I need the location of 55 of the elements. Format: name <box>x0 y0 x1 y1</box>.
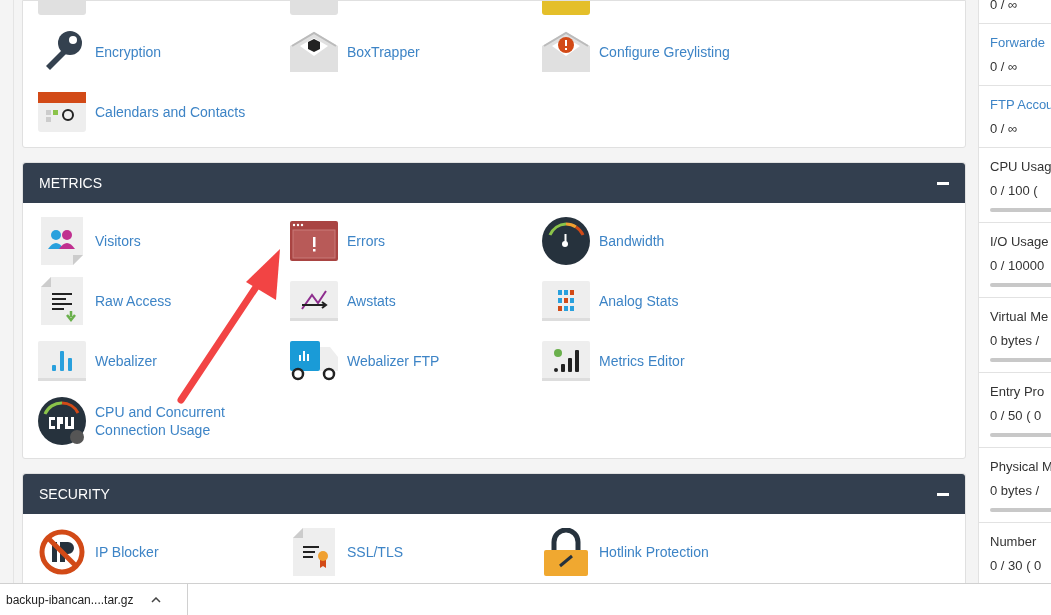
stat-label: I/O Usage <box>990 233 1050 251</box>
tool-link[interactable]: Encryption <box>95 43 162 61</box>
tool-link[interactable]: Errors <box>347 232 386 250</box>
tool-link[interactable]: BoxTrapper <box>347 43 420 61</box>
stat-value: 0 / ∞ <box>990 0 1019 14</box>
caret-icon[interactable] <box>151 596 162 603</box>
number-grid-icon <box>542 281 590 321</box>
document-download-icon <box>41 277 83 325</box>
gauge-icon <box>542 217 590 265</box>
certificate-icon <box>293 528 335 576</box>
stat-value: 0 / 10000 <box>990 257 1046 275</box>
tool-link[interactable]: Calendars and Contacts <box>95 103 246 121</box>
tool-link[interactable]: Webalizer <box>95 352 157 370</box>
tool-link[interactable]: Webalizer FTP <box>347 352 440 370</box>
tool-link[interactable]: Metrics Editor <box>599 352 685 370</box>
tool-link[interactable]: Analog Stats <box>599 292 679 310</box>
padlock-icon <box>544 528 588 576</box>
stat-value: 0 / ∞ <box>990 58 1019 76</box>
tool-link[interactable]: SSL/TLS <box>347 543 404 561</box>
download-file-name[interactable]: backup-ibancan....tar.gz <box>6 590 134 609</box>
section-title: METRICS <box>39 173 102 193</box>
tool-link[interactable]: Visitors <box>95 232 141 250</box>
stat-label: Virtual Me <box>990 308 1050 326</box>
tool-link[interactable]: Raw Access <box>95 292 172 310</box>
section-title: SECURITY <box>39 484 110 504</box>
stat-value: 0 bytes / <box>990 482 1041 500</box>
truck-icon <box>290 341 338 381</box>
tool-link[interactable]: Awstats <box>347 292 396 310</box>
stat-label: Entry Pro <box>990 383 1046 401</box>
signal-bars-icon <box>542 341 590 381</box>
section-header[interactable]: SECURITY <box>23 474 965 514</box>
tool-link[interactable]: Hotlink Protection <box>599 543 709 561</box>
stat-value: 0 / ∞ <box>990 120 1019 138</box>
stat-label: CPU Usag <box>990 158 1051 176</box>
stat-value: 0 bytes / <box>990 332 1041 350</box>
tool-link[interactable]: CPU and Concurrent Connection Usage <box>95 403 245 439</box>
visitors-icon <box>41 217 83 265</box>
stat-value: 0 / 30 ( 0 <box>990 557 1043 575</box>
envelope-icon <box>542 30 590 74</box>
stat-label: Number <box>990 533 1038 551</box>
blocked-ip-icon <box>38 528 86 576</box>
calendar-icon <box>38 92 86 132</box>
tool-link[interactable]: Bandwidth <box>599 232 665 250</box>
error-window-icon <box>290 221 338 261</box>
bar-chart-icon <box>38 341 86 381</box>
tool-link[interactable]: IP Blocker <box>95 543 159 561</box>
cpu-gauge-icon <box>38 397 86 445</box>
tool-link[interactable]: Configure Greylisting <box>599 43 730 61</box>
envelope-icon <box>290 30 338 74</box>
stat-label: Physical M <box>990 458 1051 476</box>
stat-link[interactable]: Forwarde <box>990 32 1051 54</box>
stat-value: 0 / 50 ( 0 <box>990 407 1043 425</box>
line-chart-icon <box>290 281 338 321</box>
stat-value: 0 / 100 ( <box>990 182 1039 200</box>
section-header[interactable]: METRICS <box>23 163 965 203</box>
